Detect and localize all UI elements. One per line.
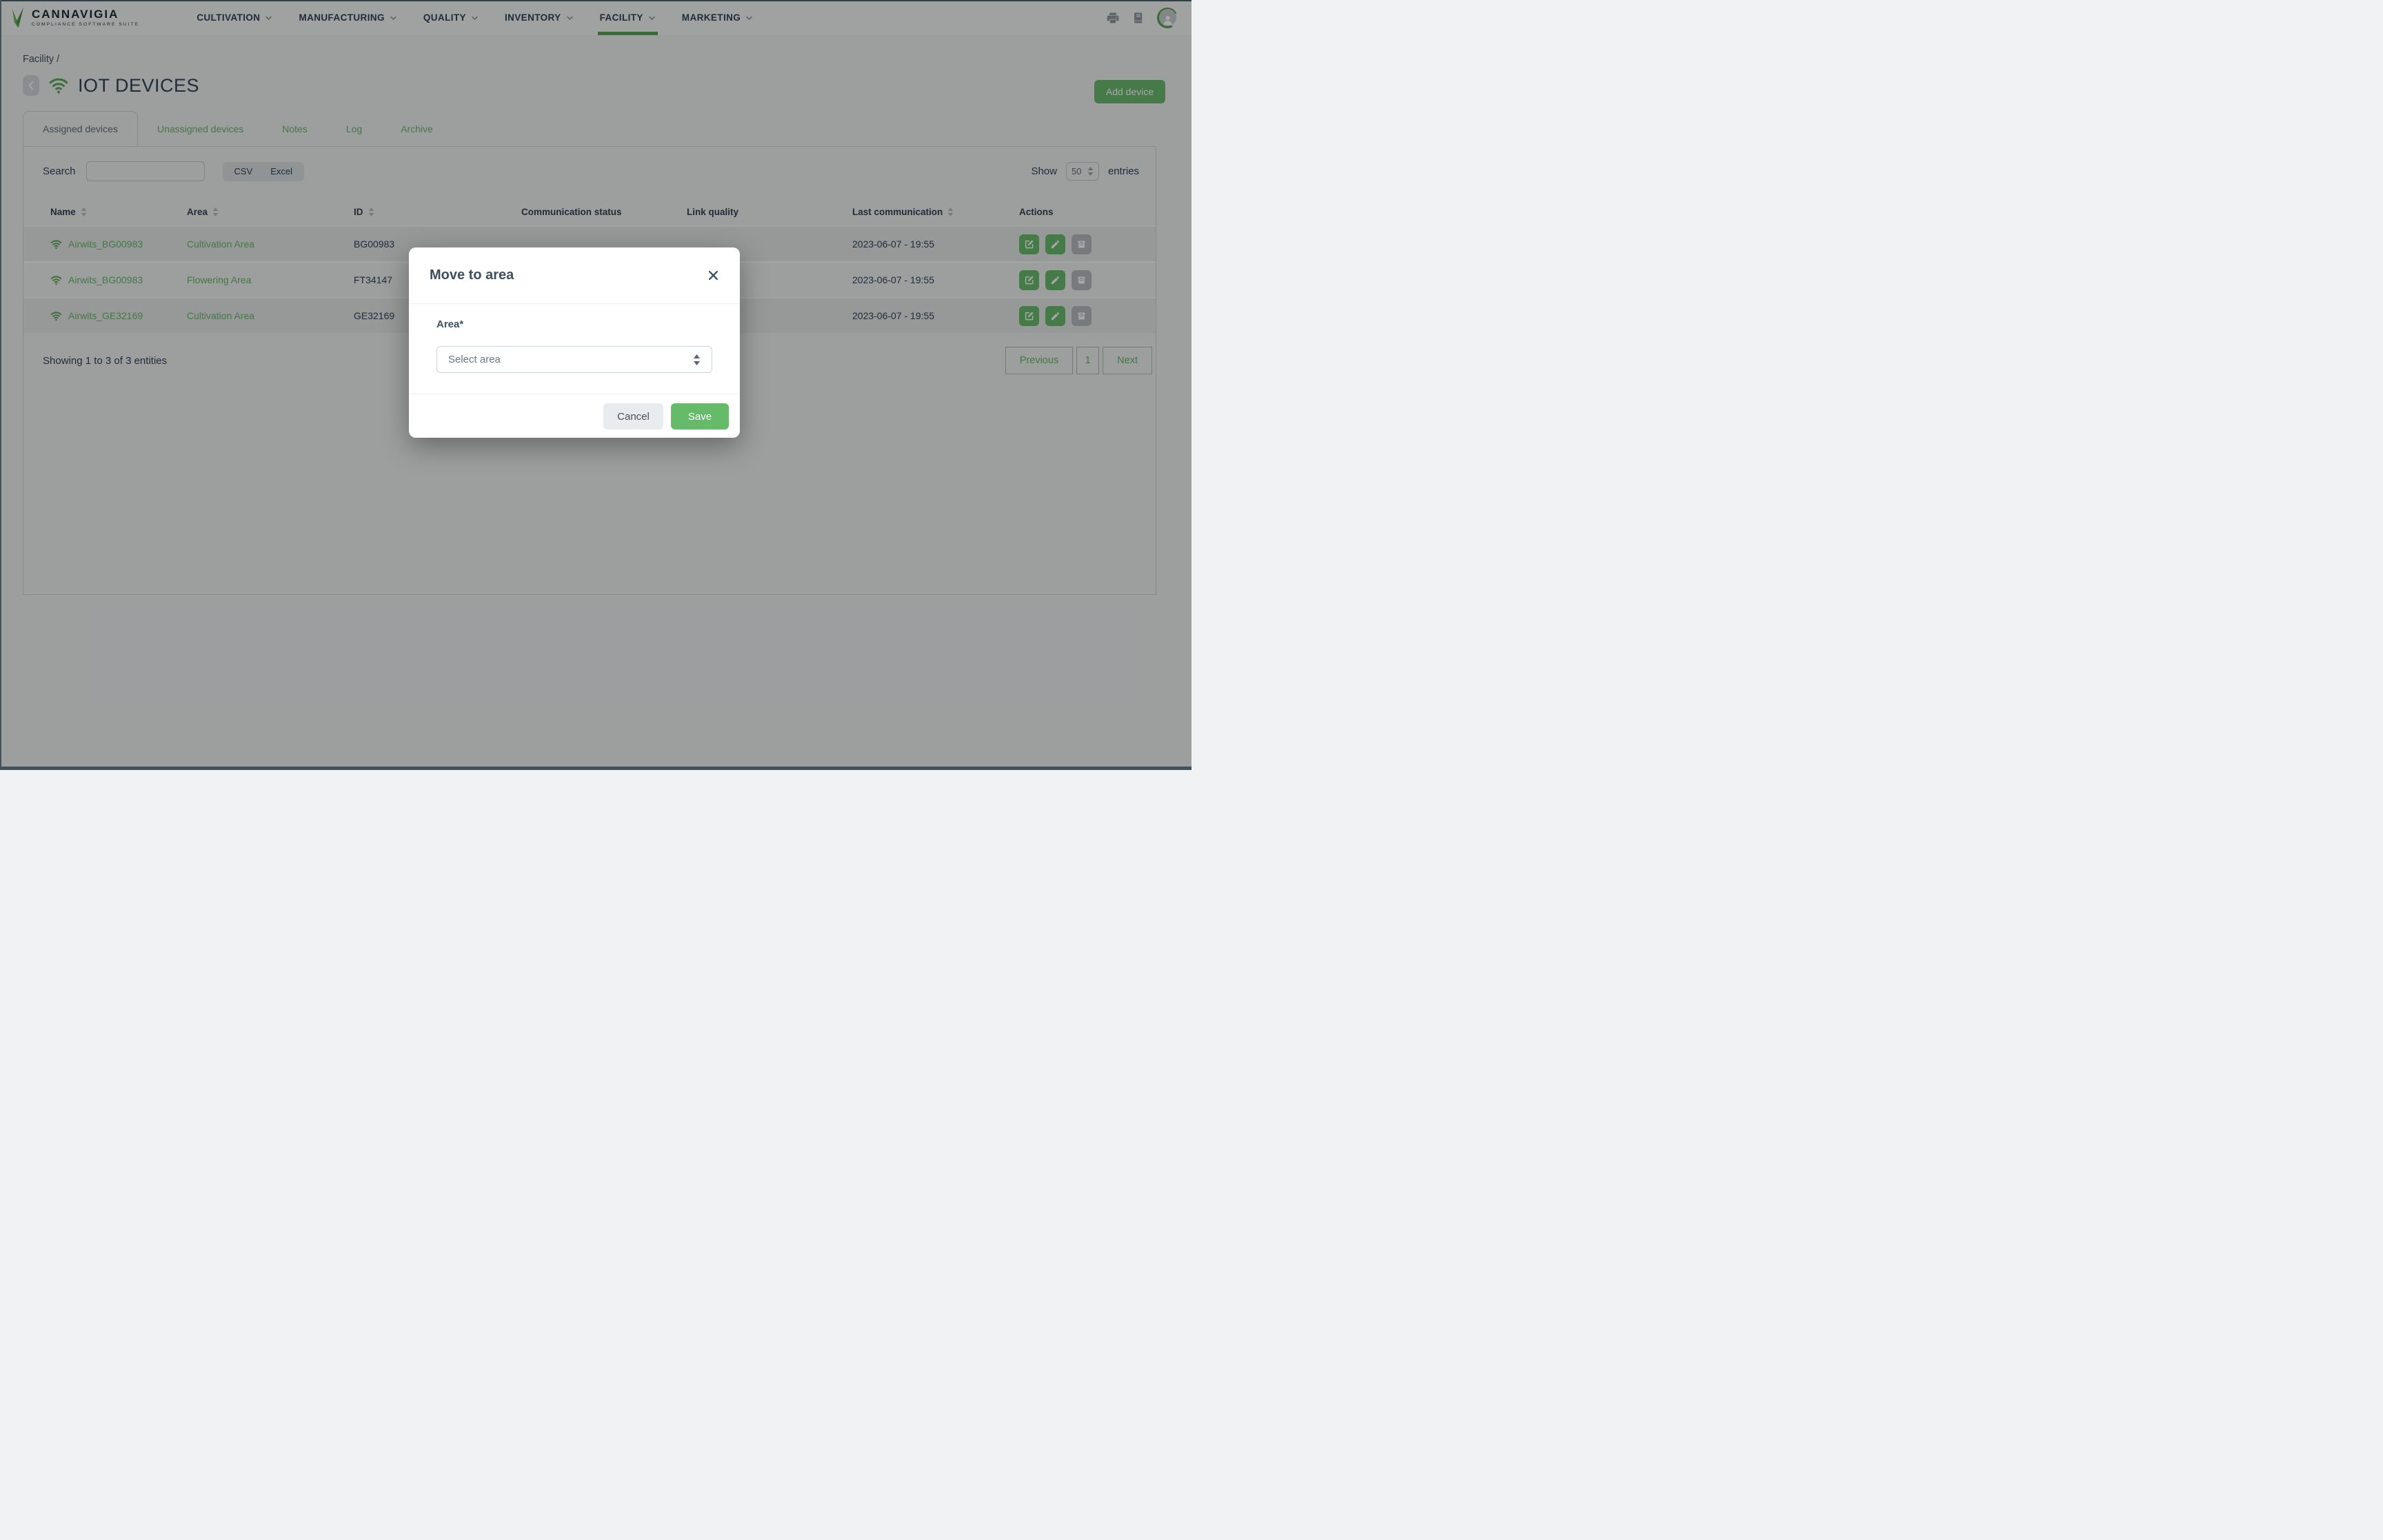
- area-select[interactable]: Select area: [436, 346, 712, 373]
- cancel-button[interactable]: Cancel: [603, 403, 663, 429]
- window-left-edge: [0, 0, 1, 770]
- area-field-label: Area*: [436, 318, 464, 330]
- move-to-area-modal: Move to area Area* Select area Cancel Sa…: [409, 247, 740, 438]
- window-top-edge: [0, 0, 1192, 1]
- modal-title: Move to area: [430, 267, 514, 283]
- select-arrows-icon: [693, 354, 701, 365]
- save-button[interactable]: Save: [671, 403, 729, 429]
- modal-footer: Cancel Save: [409, 394, 740, 438]
- modal-body: Area* Select area: [409, 304, 740, 394]
- area-select-placeholder: Select area: [448, 354, 501, 365]
- modal-close-button[interactable]: [707, 270, 719, 281]
- window-bottom-edge: [0, 767, 1192, 770]
- modal-header: Move to area: [409, 247, 740, 304]
- close-icon: [708, 270, 718, 281]
